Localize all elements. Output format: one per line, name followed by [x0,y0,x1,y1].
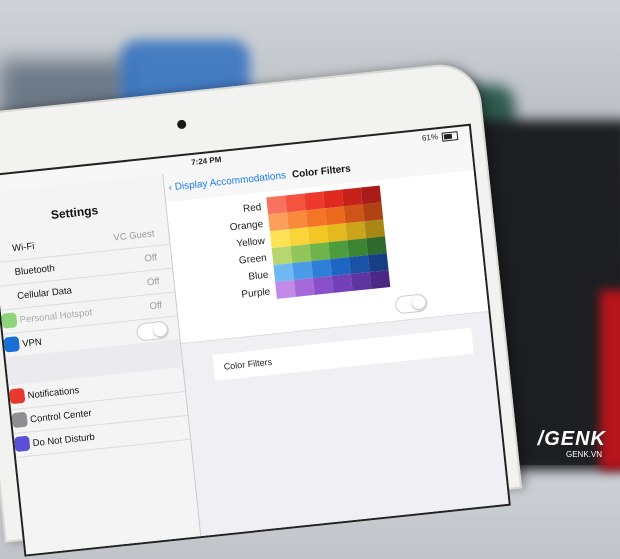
color-label: Orange [229,218,264,234]
battery-icon [441,131,459,142]
sidebar-item-label: Do Not Disturb [32,431,96,450]
sidebar-item-label: Control Center [29,407,93,426]
sidebar-item-label: Bluetooth [14,262,56,279]
sidebar-item-value: Off [149,299,163,313]
page-title: Color Filters [291,163,352,181]
sidebar-item-label: Wi-Fi [11,240,35,255]
color-swatch [322,189,344,209]
ipad-device: 7:24 PM 61% Settings Wi-Fi VC Guest Blue… [0,60,523,557]
sidebar-item-value: Off [143,252,158,265]
color-label: Purple [240,286,271,301]
color-swatch [350,272,372,291]
sidebar-item-label: Personal Hotspot [19,307,93,326]
color-swatch [269,229,291,249]
color-label: Green [238,252,268,267]
color-swatch [304,191,325,211]
color-swatch [292,261,313,280]
color-swatch [326,223,348,243]
color-swatch [364,219,386,239]
moon-icon [13,435,31,453]
vpn-toggle[interactable] [135,320,170,342]
color-swatch [331,274,353,293]
notifications-icon [8,387,26,405]
vpn-icon [3,336,20,353]
color-swatch [360,185,382,205]
hotspot-icon [1,312,18,329]
battery-percent: 61% [421,132,439,143]
color-swatch [268,212,289,232]
color-label: Red [242,202,262,215]
color-label: Blue [247,269,270,283]
control-center-icon [11,411,28,429]
detail-pane: ‹ Display Accommodations Color Filters R… [163,141,509,537]
color-swatch [348,255,370,275]
color-filters-label: Color Filters [223,356,273,372]
color-swatch [294,277,315,297]
color-filters-toggle[interactable] [394,293,429,315]
color-swatch [307,225,329,245]
color-label: Yellow [235,235,266,250]
color-swatch [271,246,293,266]
color-swatch [330,257,351,277]
swatch-grid [266,185,391,299]
watermark-site: GENK.VN [565,450,602,459]
color-swatch [290,244,312,264]
sidebar-item-value: VC Guest [112,228,156,244]
color-swatch [286,210,308,230]
color-swatch [266,195,287,215]
color-swatch [343,204,365,224]
status-time: 7:24 PM [190,154,222,168]
color-swatch [275,279,296,299]
color-swatch [367,253,389,273]
watermark-logo: /GENK [537,428,606,450]
sidebar-item-label: VPN [21,336,43,350]
color-swatch [369,270,391,289]
color-swatch [341,187,363,207]
color-swatch [347,238,368,258]
back-label: Display Accommodations [174,170,287,193]
sidebar-item-label: Notifications [27,385,80,402]
color-swatch [273,263,295,282]
color-swatch [288,227,310,247]
color-swatch [362,202,384,222]
color-swatch [311,259,332,278]
ipad-screen: 7:24 PM 61% Settings Wi-Fi VC Guest Blue… [0,123,511,557]
color-swatch [312,276,334,295]
sidebar-title: Settings [50,203,99,223]
color-swatch [309,242,331,262]
color-swatch [345,221,367,241]
color-swatch [328,240,349,260]
front-camera [176,119,187,130]
color-swatch [305,208,327,228]
sidebar-item-value: Off [146,276,161,289]
color-swatch [324,206,346,226]
color-swatch [285,193,306,213]
sidebar-item-label: Cellular Data [16,285,73,302]
color-swatch [366,236,387,256]
